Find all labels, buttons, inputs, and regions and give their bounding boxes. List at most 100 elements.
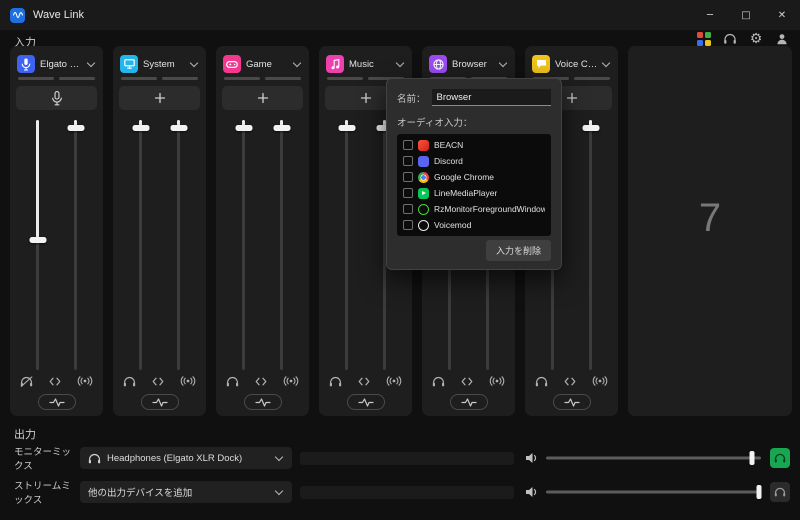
checkbox[interactable] <box>403 204 413 214</box>
slider-handle[interactable] <box>749 451 755 465</box>
fader-track-right[interactable] <box>170 120 187 370</box>
mic-settings-button[interactable] <box>16 86 97 110</box>
link-icon[interactable] <box>152 377 164 386</box>
headphones-muted-icon[interactable] <box>20 375 33 387</box>
channel-footer <box>329 374 402 388</box>
channel-header[interactable]: Browser <box>429 54 508 74</box>
headphones-icon[interactable] <box>535 376 548 387</box>
stream-output-button[interactable] <box>770 482 790 502</box>
fader-handle[interactable] <box>170 124 187 131</box>
source-row[interactable]: LineMediaPlayer <box>397 185 551 201</box>
close-button[interactable]: ✕ <box>764 0 800 30</box>
chevron-down-icon[interactable] <box>601 58 611 67</box>
channel-header[interactable]: Music <box>326 54 405 74</box>
chevron-down-icon[interactable] <box>395 58 405 67</box>
fader-handle[interactable] <box>582 124 599 131</box>
channel-level-meter <box>224 77 301 80</box>
checkbox[interactable] <box>403 140 413 150</box>
link-icon[interactable] <box>358 377 370 386</box>
headset-icon[interactable] <box>722 31 738 47</box>
waveform-button[interactable] <box>37 394 76 410</box>
stream-device-select[interactable]: 他の出力デバイスを追加 <box>80 481 292 503</box>
chevron-down-icon[interactable] <box>498 58 508 67</box>
account-icon[interactable] <box>774 31 790 47</box>
slider-handle[interactable] <box>756 485 762 499</box>
source-row[interactable]: Discord <box>397 153 551 169</box>
source-row[interactable]: RzMonitorForegroundWindow <box>397 201 551 217</box>
monitor-level-meter <box>300 451 514 465</box>
add-input-button[interactable] <box>222 86 303 110</box>
broadcast-icon[interactable] <box>489 376 505 386</box>
broadcast-icon[interactable] <box>592 376 608 386</box>
stream-volume-slider[interactable] <box>546 484 762 500</box>
checkbox[interactable] <box>403 172 413 182</box>
chevron-down-icon[interactable] <box>86 58 96 67</box>
headphones-icon[interactable] <box>226 376 239 387</box>
waveform-button[interactable] <box>552 394 591 410</box>
fader-handle[interactable] <box>132 124 149 131</box>
link-icon[interactable] <box>461 377 473 386</box>
fader-handle[interactable] <box>338 124 355 131</box>
channel-header[interactable]: Voice Chat <box>532 54 611 74</box>
headphones-icon[interactable] <box>329 376 342 387</box>
device-colors-icon[interactable] <box>696 31 712 47</box>
gamepad-icon <box>223 55 241 73</box>
checkbox[interactable] <box>403 188 413 198</box>
fader-handle[interactable] <box>29 237 46 243</box>
source-row[interactable]: Google Chrome <box>397 169 551 185</box>
line-media-player-icon <box>418 187 429 199</box>
chat-bubble-icon <box>532 55 550 73</box>
fader-handle[interactable] <box>67 124 84 131</box>
chevron-down-icon[interactable] <box>292 58 302 67</box>
channel-header[interactable]: Game <box>223 54 302 74</box>
broadcast-icon[interactable] <box>77 376 93 386</box>
remove-input-button[interactable]: 入力を削除 <box>485 240 551 261</box>
link-icon[interactable] <box>564 377 576 386</box>
waveform-button[interactable] <box>449 394 488 410</box>
channel-footer <box>535 374 608 388</box>
waveform-button[interactable] <box>140 394 179 410</box>
waveform-button[interactable] <box>346 394 385 410</box>
monitor-volume-slider[interactable] <box>546 450 761 466</box>
broadcast-icon[interactable] <box>180 376 196 386</box>
chevron-down-icon <box>274 486 284 495</box>
channel-name: System <box>143 58 175 70</box>
waveform-button[interactable] <box>243 394 282 410</box>
gear-icon[interactable]: ⚙ <box>748 31 764 47</box>
channel-header[interactable]: Elgato XLR ... <box>17 54 96 74</box>
fader-track-right[interactable] <box>273 120 290 370</box>
fader-track-right[interactable] <box>582 120 599 370</box>
fader-handle[interactable] <box>235 124 252 131</box>
source-label: Voicemod <box>434 220 472 230</box>
fader-track-left[interactable] <box>338 120 355 370</box>
fader-track-left[interactable] <box>235 120 252 370</box>
music-note-icon <box>326 55 344 73</box>
source-row[interactable]: BEACN <box>397 137 551 153</box>
checkbox[interactable] <box>403 220 413 230</box>
fader-handle[interactable] <box>273 124 290 131</box>
channel-header[interactable]: System <box>120 54 199 74</box>
checkbox[interactable] <box>403 156 413 166</box>
stream-level-meter <box>300 485 514 499</box>
headphones-icon[interactable] <box>123 376 136 387</box>
fader-track-left[interactable] <box>29 120 46 370</box>
channel-level-meter <box>18 77 95 80</box>
source-row[interactable]: Voicemod <box>397 217 551 233</box>
fader-track-left[interactable] <box>132 120 149 370</box>
chevron-down-icon[interactable] <box>189 58 199 67</box>
wave-link-window: Wave Link ─ □ ✕ 入力 ⚙ Elgato XLR ... <box>0 0 800 520</box>
add-input-button[interactable] <box>119 86 200 110</box>
minimize-button[interactable]: ─ <box>692 0 728 30</box>
channel-name-input[interactable] <box>431 89 551 106</box>
headphones-icon[interactable] <box>432 376 445 387</box>
link-icon[interactable] <box>255 377 267 386</box>
monitor-output-button[interactable] <box>770 448 790 468</box>
maximize-button[interactable]: □ <box>728 0 764 30</box>
speaker-icon[interactable] <box>523 486 541 498</box>
broadcast-icon[interactable] <box>283 376 299 386</box>
fader-track-right[interactable] <box>67 120 84 370</box>
link-icon[interactable] <box>49 377 61 386</box>
monitor-device-select[interactable]: Headphones (Elgato XLR Dock) <box>80 447 292 469</box>
broadcast-icon[interactable] <box>386 376 402 386</box>
speaker-icon[interactable] <box>523 452 541 464</box>
